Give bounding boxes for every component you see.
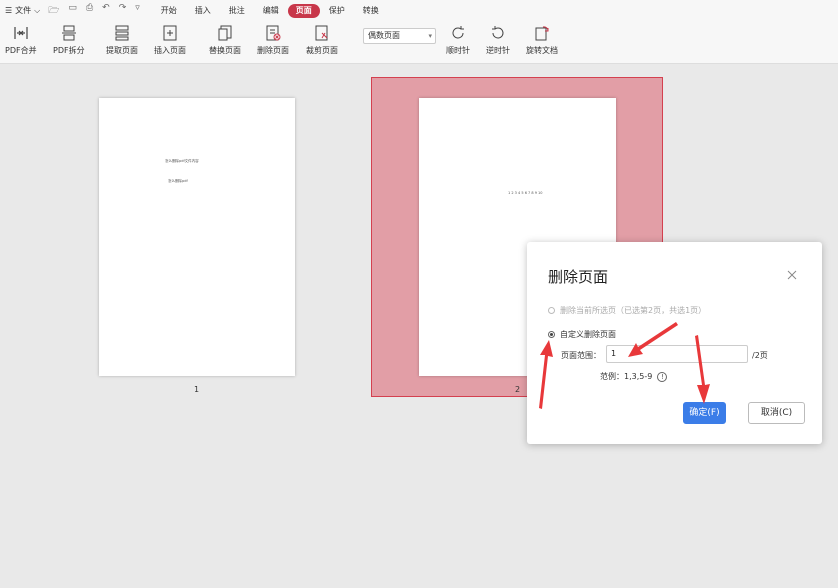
tab-insert[interactable]: 插入 [186, 4, 220, 18]
pdf-merge-button[interactable]: PDF合并 [5, 24, 37, 56]
ribbon-tabs: 开始 插入 批注 编辑 页面 保护 转换 [152, 3, 388, 18]
page-range-select[interactable]: 偶数页面 ▾ [363, 28, 436, 44]
close-icon[interactable] [786, 269, 798, 281]
chevron-down-icon: ⌵ [34, 5, 41, 15]
crop-page-button[interactable]: 裁剪页面 [306, 24, 338, 56]
page-number-2: 2 [515, 385, 521, 394]
pdf-split-button[interactable]: PDF拆分 [53, 24, 85, 56]
save-icon[interactable]: ▭ [68, 3, 77, 19]
extract-icon [113, 24, 131, 42]
insert-page-icon [161, 24, 179, 42]
more-icon[interactable]: ▿ [135, 3, 140, 19]
quick-access-toolbar: 🗁 ▭ ⎙ ↶ ↷ ▿ [48, 3, 140, 19]
rotate-cw-icon [449, 24, 467, 42]
cancel-button[interactable]: 取消(C) [748, 402, 805, 424]
delete-page-icon [264, 24, 282, 42]
tab-home[interactable]: 开始 [152, 4, 186, 18]
crop-page-label: 裁剪页面 [306, 46, 338, 55]
tab-protect[interactable]: 保护 [320, 4, 354, 18]
tab-annotate[interactable]: 批注 [220, 4, 254, 18]
delete-page-label: 删除页面 [257, 46, 289, 55]
rotate-clockwise-button[interactable]: 顺时针 [446, 24, 470, 56]
tab-convert[interactable]: 转换 [354, 4, 388, 18]
split-icon [60, 24, 78, 42]
rotate-counterclockwise-label: 逆时针 [486, 46, 510, 55]
rotate-document-button[interactable]: 旋转文档 [526, 24, 558, 56]
page-total-label: /2页 [752, 351, 768, 360]
dialog-title: 删除页面 [548, 268, 609, 286]
delete-page-button[interactable]: 删除页面 [257, 24, 289, 56]
rotate-ccw-icon [489, 24, 507, 42]
rotate-clockwise-label: 顺时针 [446, 46, 470, 55]
hamburger-icon: ☰ [5, 6, 13, 15]
chevron-down-icon: ▾ [428, 32, 432, 40]
page2-line1: 1 2 3 4 5 6 7 8 9 10 [508, 191, 543, 195]
info-icon[interactable]: ! [657, 371, 668, 382]
page-number-1: 1 [194, 385, 200, 394]
print-icon[interactable]: ⎙ [86, 3, 93, 19]
rotate-counterclockwise-button[interactable]: 逆时针 [486, 24, 510, 56]
tab-edit[interactable]: 编辑 [254, 4, 288, 18]
confirm-button[interactable]: 确定(F) [683, 402, 726, 424]
insert-page-label: 插入页面 [154, 46, 186, 55]
page-range-input[interactable]: 1 [606, 345, 748, 363]
redo-icon[interactable]: ↷ [119, 3, 127, 19]
option-delete-current[interactable]: 删除当前所选页（已选第2页，共选1页） [548, 305, 706, 316]
insert-page-button[interactable]: 插入页面 [154, 24, 186, 56]
page-thumbnail-1[interactable]: 怎么删除pdf文件内容 怎么删除pdf [99, 98, 295, 376]
undo-icon[interactable]: ↶ [102, 3, 110, 19]
open-icon[interactable]: 🗁 [48, 3, 59, 19]
range-example: 范例：1,3,5-9 ! [600, 371, 668, 382]
option-custom-delete-label: 自定义删除页面 [560, 330, 616, 339]
radio-delete-current[interactable] [548, 307, 555, 314]
option-custom-delete[interactable]: 自定义删除页面 [548, 329, 616, 340]
menu-bar: ☰ 文件 ⌵ 🗁 ▭ ⎙ ↶ ↷ ▿ 开始 插入 批注 编辑 页面 保护 转换 [0, 0, 838, 21]
page-range-label: 页面范围： [561, 351, 601, 360]
radio-custom-delete[interactable] [548, 331, 555, 338]
option-delete-current-label: 删除当前所选页（已选第2页，共选1页） [560, 306, 707, 315]
replace-page-label: 替换页面 [209, 46, 241, 55]
delete-pages-dialog: 删除页面 删除当前所选页（已选第2页，共选1页） 自定义删除页面 页面范围： 1… [527, 242, 822, 444]
tab-page[interactable]: 页面 [287, 3, 320, 18]
range-example-text: 范例：1,3,5-9 [600, 372, 653, 381]
replace-page-button[interactable]: 替换页面 [209, 24, 241, 56]
extract-pages-button[interactable]: 提取页面 [106, 24, 138, 56]
replace-page-icon [216, 24, 234, 42]
rotate-doc-icon [533, 24, 551, 42]
page1-line1: 怎么删除pdf文件内容 [165, 159, 199, 163]
crop-page-icon [313, 24, 331, 42]
extract-pages-label: 提取页面 [106, 46, 138, 55]
page-range-select-value: 偶数页面 [368, 31, 400, 40]
pdf-merge-label: PDF合并 [5, 46, 37, 55]
merge-icon [12, 24, 30, 42]
pdf-split-label: PDF拆分 [53, 46, 85, 55]
file-menu[interactable]: ☰ 文件 ⌵ [0, 5, 40, 16]
ribbon-toolbar: PDF合并 PDF拆分 提取页面 插入页面 替换页面 删除页面 裁剪页面 偶数页… [0, 21, 838, 64]
file-menu-label: 文件 [15, 6, 32, 15]
rotate-document-label: 旋转文档 [526, 46, 558, 55]
page1-line2: 怎么删除pdf [168, 179, 188, 183]
